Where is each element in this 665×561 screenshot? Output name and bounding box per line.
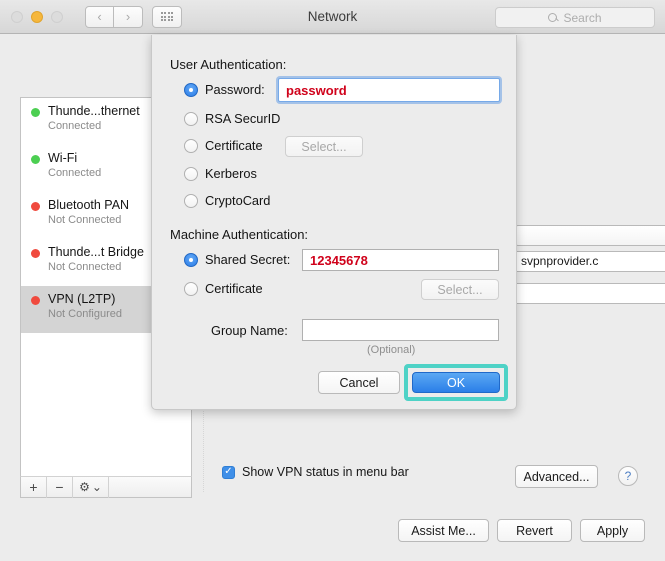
radio-label: RSA SecurID: [205, 111, 281, 126]
password-value: password: [286, 82, 347, 98]
group-name-label: Group Name:: [211, 323, 288, 338]
account-name-field[interactable]: [514, 283, 665, 304]
server-address-field[interactable]: svpnprovider.c: [514, 251, 665, 272]
service-name: VPN (L2TP): [48, 292, 116, 306]
titlebar: ‹ › Network Search: [0, 0, 665, 34]
help-button[interactable]: ?: [618, 466, 638, 486]
radio-button-icon: [184, 252, 198, 267]
checkbox-icon: ✓: [222, 465, 235, 479]
user-certificate-select-button[interactable]: Select...: [285, 136, 363, 157]
shared-secret-value: 12345678: [310, 252, 368, 268]
radio-label: Shared Secret:: [205, 252, 291, 267]
apply-button[interactable]: Apply: [580, 519, 645, 542]
status-dot-icon: [31, 108, 40, 117]
group-name-hint: (Optional): [367, 344, 416, 356]
status-dot-icon: [31, 249, 40, 258]
service-status: Not Connected: [48, 260, 122, 273]
service-name: Bluetooth PAN: [48, 198, 130, 212]
radio-label: Password:: [205, 82, 265, 97]
service-status: Connected: [48, 166, 102, 179]
search-input[interactable]: Search: [495, 7, 655, 28]
radio-machine-certificate[interactable]: Certificate: [184, 281, 263, 296]
status-dot-icon: [31, 296, 40, 305]
radio-label: Certificate: [205, 138, 263, 153]
radio-password[interactable]: Password:: [184, 82, 265, 97]
shared-secret-field[interactable]: 12345678: [302, 249, 499, 271]
radio-kerberos[interactable]: Kerberos: [184, 166, 257, 181]
server-address-value: svpnprovider.c: [521, 254, 599, 268]
authentication-dialog: User Authentication: Password: password …: [151, 35, 517, 410]
service-name: Thunde...thernet: [48, 104, 140, 118]
revert-button[interactable]: Revert: [497, 519, 572, 542]
radio-cryptocard[interactable]: CryptoCard: [184, 193, 270, 208]
radio-user-certificate[interactable]: Certificate: [184, 138, 263, 153]
network-preferences-window: ‹ › Network Search ▲▼ svpnprovider.c ...: [0, 0, 665, 561]
radio-button-icon: [184, 82, 198, 97]
remove-service-button[interactable]: −: [47, 476, 73, 498]
cancel-button[interactable]: Cancel: [318, 371, 400, 394]
machine-certificate-select-button[interactable]: Select...: [421, 279, 499, 300]
service-name: Thunde...t Bridge: [48, 245, 144, 259]
radio-label: Kerberos: [205, 166, 257, 181]
ok-button-highlight: OK: [404, 364, 508, 401]
radio-button-icon: [184, 281, 198, 296]
machine-authentication-heading: Machine Authentication:: [170, 227, 309, 242]
service-status: Connected: [48, 119, 102, 132]
status-dot-icon: [31, 155, 40, 164]
ok-button[interactable]: OK: [412, 372, 500, 393]
service-actions-button[interactable]: ⚙ ⌄: [73, 476, 109, 498]
status-dot-icon: [31, 202, 40, 211]
radio-button-icon: [184, 138, 198, 153]
search-icon: [548, 12, 558, 23]
services-toolbar: + − ⚙ ⌄: [20, 476, 192, 498]
radio-button-icon: [184, 193, 198, 208]
radio-label: CryptoCard: [205, 193, 271, 208]
search-placeholder: Search: [563, 10, 602, 25]
user-authentication-heading: User Authentication:: [170, 57, 287, 72]
assist-me-button[interactable]: Assist Me...: [398, 519, 489, 542]
group-name-field[interactable]: [302, 319, 499, 341]
service-status: Not Configured: [48, 307, 122, 320]
gear-icon: ⚙: [79, 480, 90, 494]
radio-rsa-securid[interactable]: RSA SecurID: [184, 111, 280, 126]
radio-shared-secret[interactable]: Shared Secret:: [184, 252, 290, 267]
service-name: Wi-Fi: [48, 151, 78, 165]
radio-button-icon: [184, 166, 198, 181]
radio-button-icon: [184, 111, 198, 126]
add-service-button[interactable]: +: [21, 476, 47, 498]
show-vpn-status-label: Show VPN status in menu bar: [242, 465, 409, 479]
password-field[interactable]: password: [278, 78, 500, 102]
chevron-down-icon: ⌄: [91, 480, 102, 494]
advanced-button[interactable]: Advanced...: [515, 465, 598, 488]
configuration-popup[interactable]: ▲▼: [514, 225, 665, 246]
service-status: Not Connected: [48, 213, 122, 226]
show-vpn-status-checkbox[interactable]: ✓ Show VPN status in menu bar: [222, 465, 409, 479]
radio-label: Certificate: [205, 281, 263, 296]
